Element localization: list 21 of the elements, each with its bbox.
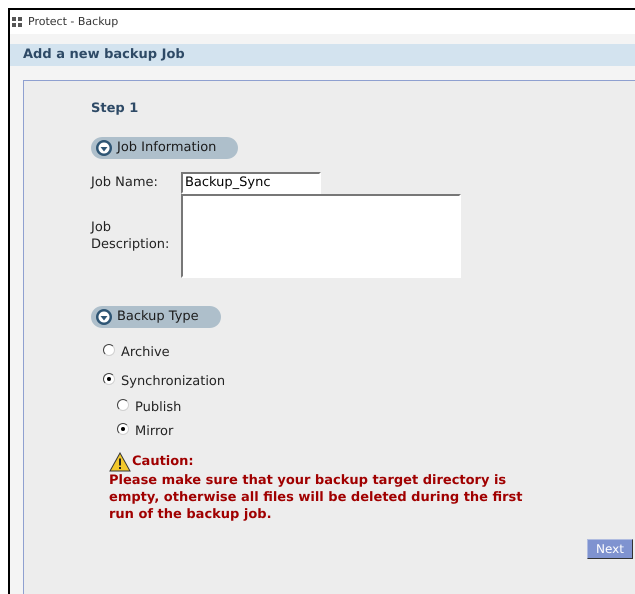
caution-message: Please make sure that your backup target directory is empty, otherwise all files will be deleted during the first run of the backup job. — [108, 472, 524, 522]
field-label: Job Description: — [91, 218, 170, 252]
radio-button[interactable] — [103, 344, 115, 356]
radio-label: Publish — [135, 398, 182, 416]
grid-icon — [12, 17, 22, 27]
radio-button[interactable] — [117, 423, 129, 435]
caution-title: Caution: — [132, 453, 194, 471]
warning-icon — [109, 452, 131, 472]
radio-label: Synchronization — [121, 373, 226, 391]
section-header[interactable]: Job Information — [91, 136, 238, 158]
radio-label: Archive — [121, 344, 170, 362]
job-name-field[interactable]: Backup_Sync — [181, 172, 321, 194]
radio-button[interactable] — [103, 373, 115, 385]
section-header[interactable]: Backup Type — [91, 306, 221, 328]
radio-label: Mirror — [135, 423, 174, 441]
field-label: Job Name: — [91, 174, 159, 192]
radio-button[interactable] — [117, 398, 129, 410]
window-title: Protect - Backup — [28, 14, 118, 30]
page-header: Add a new backup Job — [10, 44, 635, 66]
step-title: Step 1 — [91, 100, 140, 118]
job-description-field[interactable] — [181, 194, 461, 278]
